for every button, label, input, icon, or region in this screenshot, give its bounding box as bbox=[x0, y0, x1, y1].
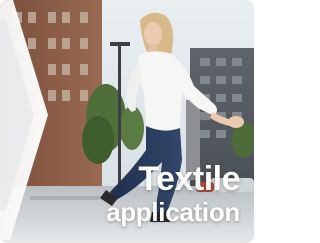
card-title-line1: Textile bbox=[138, 160, 240, 198]
textile-application-card[interactable]: Textile application bbox=[0, 0, 254, 243]
card-caption: Textile application bbox=[106, 162, 240, 225]
card-title-line2: application bbox=[106, 197, 240, 227]
